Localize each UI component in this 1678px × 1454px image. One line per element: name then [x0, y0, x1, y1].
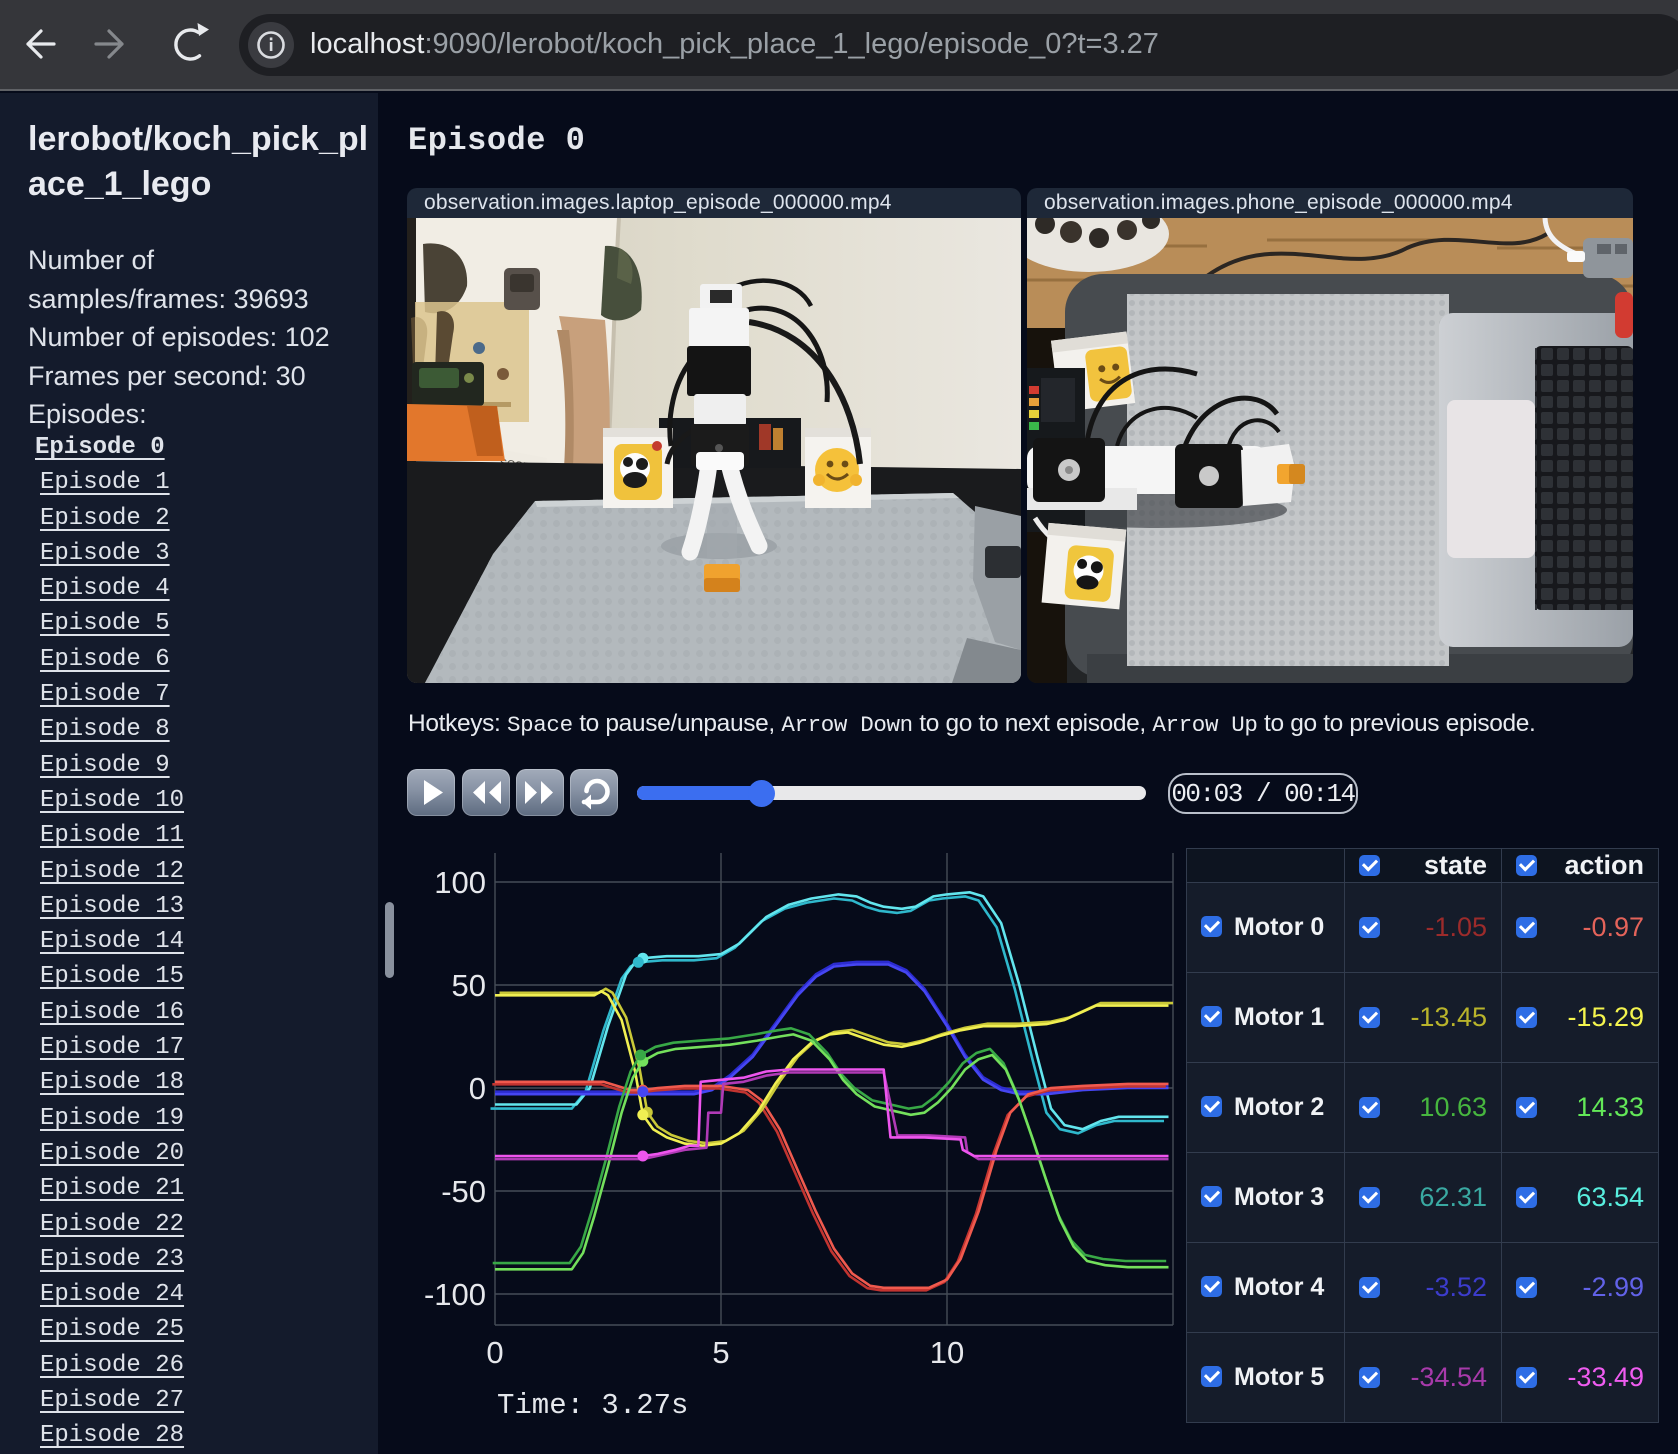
- svg-text:100: 100: [434, 865, 486, 900]
- svg-text:0: 0: [469, 1071, 486, 1106]
- svg-text:5: 5: [712, 1335, 729, 1370]
- svg-text:0: 0: [486, 1335, 503, 1370]
- svg-text:-50: -50: [441, 1174, 486, 1209]
- svg-text:10: 10: [930, 1335, 964, 1370]
- svg-text:-100: -100: [424, 1277, 486, 1312]
- svg-text:50: 50: [452, 968, 486, 1003]
